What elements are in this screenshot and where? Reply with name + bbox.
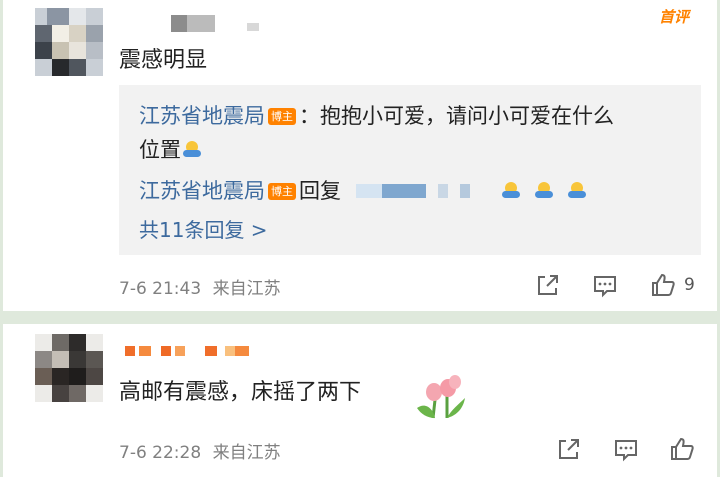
host-badge: 博主	[268, 183, 296, 200]
reply-action: 回复	[299, 179, 341, 203]
comment-text: 震感明显	[119, 48, 208, 73]
host-badge: 博主	[268, 108, 296, 125]
reply-text-2: 位置	[139, 138, 181, 162]
tulip-emoji	[413, 374, 471, 420]
hug-emoji	[183, 141, 201, 159]
reply-text: ：抱抱小可爱，请问小可爱在什么	[299, 104, 614, 128]
comment-button[interactable]	[590, 270, 620, 300]
hug-emoji	[535, 182, 554, 200]
comment-text: 高邮有震感，床摇了两下	[119, 380, 362, 405]
comment-card-2: 高邮有震感，床摇了两下 7-6 22:28 来自江苏	[3, 324, 717, 477]
reply-item[interactable]: 江苏省地震局 博主 回复	[139, 175, 588, 205]
avatar[interactable]	[35, 8, 103, 76]
comment-button[interactable]	[611, 434, 641, 464]
like-icon	[652, 273, 675, 296]
share-icon	[538, 275, 558, 295]
reply-box[interactable]: 江苏省地震局 博主 ：抱抱小可爱，请问小可爱在什么 位置 江苏省地震局 博主 回复 共1…	[119, 85, 701, 255]
share-icon	[559, 439, 579, 459]
comment-source: 来自江苏	[212, 443, 281, 463]
like-count: 9	[684, 275, 695, 295]
reply-item-continued: 位置	[139, 134, 203, 164]
comment-icon	[594, 276, 616, 298]
reply-author[interactable]: 江苏省地震局	[139, 104, 265, 128]
share-button[interactable]	[533, 270, 563, 300]
comment-time: 7-6 22:28	[119, 443, 202, 463]
reply-item[interactable]: 江苏省地震局 博主 ：抱抱小可爱，请问小可爱在什么	[139, 100, 614, 130]
comment-icon	[615, 440, 637, 462]
share-button[interactable]	[554, 434, 584, 464]
hug-emoji	[502, 182, 521, 200]
hug-emoji	[567, 182, 586, 200]
reply-content-blurred	[348, 179, 477, 203]
like-icon	[671, 437, 694, 460]
comment-meta: 7-6 21:43 来自江苏	[119, 274, 281, 299]
comment-meta: 7-6 22:28 来自江苏	[119, 438, 281, 463]
first-comment-badge: 首评	[658, 8, 689, 26]
comment-source: 来自江苏	[212, 279, 281, 299]
like-button[interactable]	[648, 270, 678, 300]
more-replies-link[interactable]: 共11条回复 >	[139, 214, 268, 243]
reply-author[interactable]: 江苏省地震局	[139, 179, 265, 203]
comment-card-1: 首评 震感明显 江苏省地震局 博主 ：抱抱小可爱，请问小可爱在什么 位置 江苏省地震…	[3, 0, 717, 311]
like-button[interactable]	[667, 434, 697, 464]
comment-time: 7-6 21:43	[119, 279, 202, 299]
avatar[interactable]	[35, 334, 103, 402]
